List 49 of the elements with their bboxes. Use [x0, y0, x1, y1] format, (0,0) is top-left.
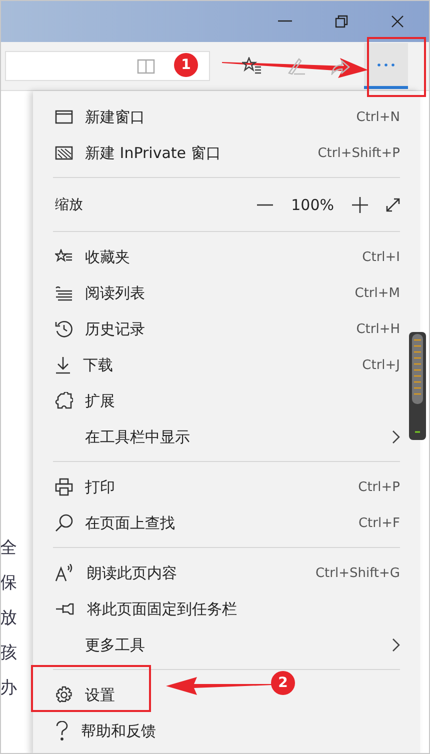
menu-item[interactable]: 收藏夹 Ctrl+I: [33, 239, 404, 275]
menu-item[interactable]: 打印 Ctrl+P: [33, 469, 404, 505]
menu-item[interactable]: 在工具栏中显示: [33, 419, 404, 455]
zoom-in-icon[interactable]: [352, 197, 368, 213]
highlight-box: [367, 37, 426, 97]
menu-item[interactable]: 新建窗口 Ctrl+N: [33, 99, 404, 135]
search-icon: [55, 514, 73, 532]
menu-item[interactable]: 帮助和反馈: [33, 713, 160, 749]
settings-icon: [55, 686, 73, 704]
menu-item[interactable]: 扩展: [33, 383, 119, 419]
favorites-icon[interactable]: [242, 57, 262, 75]
menu-item[interactable]: 下载 Ctrl+J: [33, 347, 404, 383]
printer-icon: [55, 478, 73, 496]
window-icon: [55, 110, 73, 124]
menu-item[interactable]: 在页面上查找 Ctrl+F: [33, 505, 404, 541]
page-text: 办: [0, 679, 18, 697]
menu-item[interactable]: 历史记录 Ctrl+H: [33, 311, 404, 347]
page-text: 全: [0, 539, 18, 557]
address-field[interactable]: [5, 51, 210, 81]
private-window-icon: [55, 146, 73, 160]
reading-list-icon: [55, 286, 73, 300]
puzzle-icon: [55, 392, 73, 410]
page-text: 孩: [0, 644, 18, 662]
menu-item[interactable]: 新建 InPrivate 窗口 Ctrl+Shift+P: [33, 135, 404, 171]
menu-item[interactable]: 更多工具: [33, 627, 404, 663]
help-icon: [55, 721, 69, 741]
menu-item[interactable]: 将此页面固定到任务栏: [33, 591, 241, 627]
favorites-icon: [55, 249, 73, 265]
history-icon: [55, 320, 73, 338]
chevron-icon: [392, 430, 400, 444]
read-aloud-icon: [55, 564, 75, 582]
zoom-level: 100%: [291, 196, 334, 214]
chevron-icon: [392, 638, 400, 652]
more-icon[interactable]: [377, 62, 395, 66]
page-text: 保: [0, 574, 18, 592]
menu-item[interactable]: 阅读列表 Ctrl+M: [33, 275, 404, 311]
pin-icon: [55, 603, 75, 615]
menu-item[interactable]: 设置: [33, 677, 119, 713]
download-icon: [55, 356, 71, 374]
close-icon[interactable]: [390, 14, 404, 28]
pen-icon[interactable]: [286, 57, 306, 75]
share-icon[interactable]: [330, 57, 350, 75]
menu-item[interactable]: 朗读此页内容 Ctrl+Shift+G: [33, 555, 404, 591]
more-button[interactable]: [364, 43, 408, 89]
minimize-icon[interactable]: [278, 20, 292, 22]
fullscreen-icon[interactable]: [386, 198, 400, 212]
zoom-label: 缩放: [55, 196, 84, 214]
restore-icon[interactable]: [334, 14, 348, 28]
page-text: 放: [0, 609, 18, 627]
